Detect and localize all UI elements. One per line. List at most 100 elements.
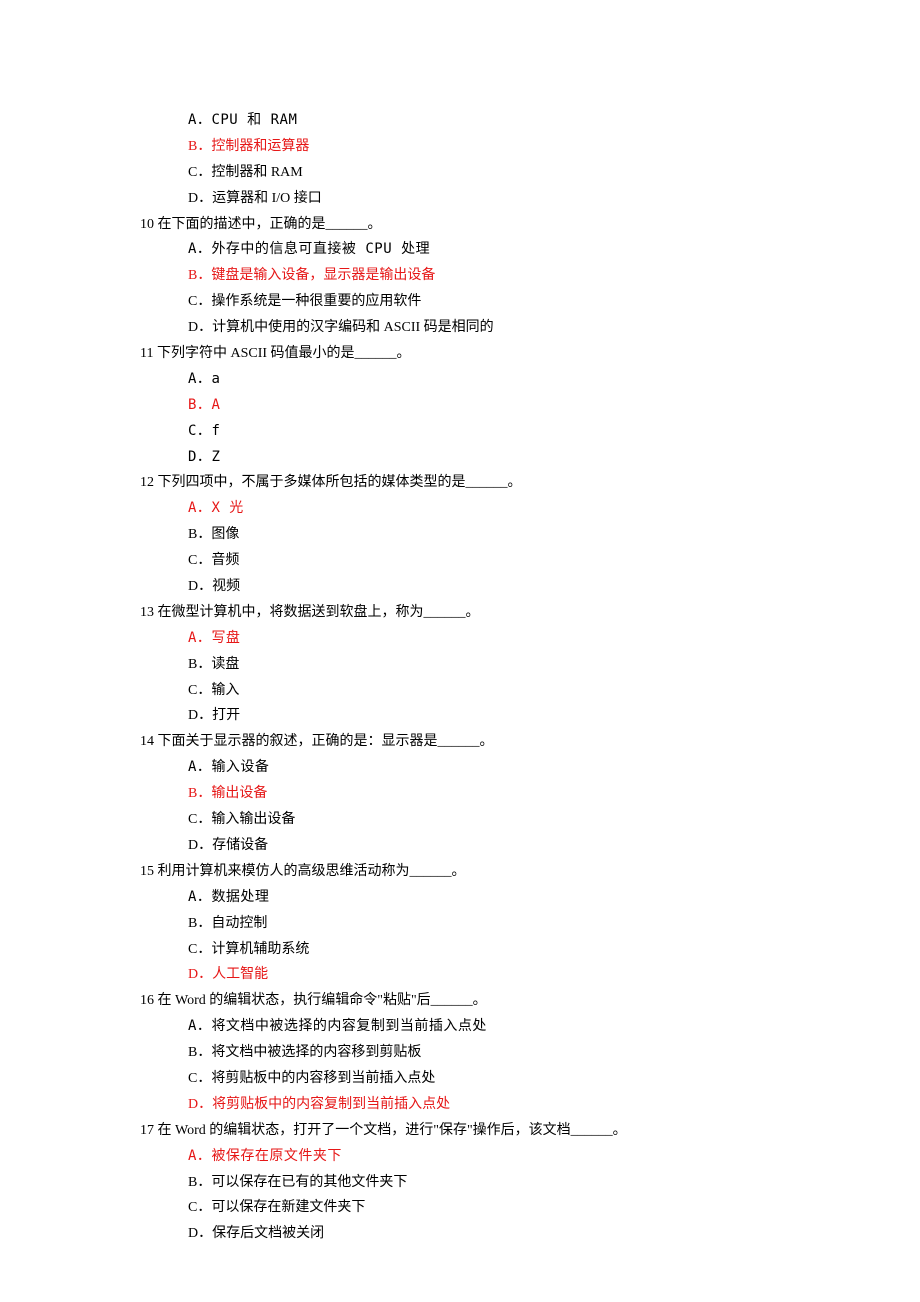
question-stem: 下列字符中 ASCII 码值最小的是______。 <box>153 346 410 361</box>
options-list: A．aB．AC．fD．Z <box>140 367 920 471</box>
option-label: D． <box>188 838 212 853</box>
question-number: 15 <box>140 864 154 879</box>
option-text: 输出设备 <box>211 786 267 801</box>
option-line: B．自动控制 <box>188 911 920 937</box>
option-label: D． <box>188 579 212 594</box>
question-number: 10 <box>140 217 154 232</box>
option-text: 将文档中被选择的内容复制到当前插入点处 <box>211 1018 487 1034</box>
option-label: B． <box>188 916 211 931</box>
option-label: C． <box>188 812 211 827</box>
option-label: D． <box>188 1097 212 1112</box>
option-text: 数据处理 <box>211 889 269 905</box>
option-line: C．音频 <box>188 548 920 574</box>
option-line: B．A <box>188 393 920 419</box>
option-line: B．可以保存在已有的其他文件夹下 <box>188 1170 920 1196</box>
option-line: B．键盘是输入设备，显示器是输出设备 <box>188 263 920 289</box>
option-line: A．外存中的信息可直接被 CPU 处理 <box>188 237 920 263</box>
option-text: 存储设备 <box>212 838 268 853</box>
option-label: A． <box>188 112 211 128</box>
option-label: B． <box>188 657 211 672</box>
option-label: D． <box>188 449 211 465</box>
option-label: C． <box>188 942 211 957</box>
option-line: A．CPU 和 RAM <box>188 108 920 134</box>
question-text: 11 下列字符中 ASCII 码值最小的是______。 <box>140 341 920 367</box>
question-number: 16 <box>140 993 154 1008</box>
question-list: A．CPU 和 RAMB．控制器和运算器C．控制器和 RAMD．运算器和 I/O… <box>0 108 920 1247</box>
option-line: D．运算器和 I/O 接口 <box>188 186 920 212</box>
question-text: 14 下面关于显示器的叙述，正确的是：显示器是______。 <box>140 729 920 755</box>
question-block: 12 下列四项中，不属于多媒体所包括的媒体类型的是______。A．X 光B．图… <box>0 470 920 599</box>
option-text: 将文档中被选择的内容移到剪贴板 <box>211 1045 421 1060</box>
question-number: 11 <box>140 346 153 361</box>
question-number: 14 <box>140 734 154 749</box>
option-line: B．图像 <box>188 522 920 548</box>
option-line: A．a <box>188 367 920 393</box>
option-text: 可以保存在已有的其他文件夹下 <box>211 1175 407 1190</box>
option-label: A． <box>188 371 211 387</box>
option-line: C．输入输出设备 <box>188 807 920 833</box>
option-line: B．将文档中被选择的内容移到剪贴板 <box>188 1040 920 1066</box>
option-line: D．计算机中使用的汉字编码和 ASCII 码是相同的 <box>188 315 920 341</box>
question-stem: 在下面的描述中，正确的是______。 <box>154 217 382 232</box>
option-text: 操作系统是一种很重要的应用软件 <box>211 294 421 309</box>
question-block: 15 利用计算机来模仿人的高级思维活动称为______。A．数据处理B．自动控制… <box>0 859 920 988</box>
option-text: 外存中的信息可直接被 CPU 处理 <box>211 241 430 257</box>
option-text: 运算器和 I/O 接口 <box>212 191 322 206</box>
question-block: 11 下列字符中 ASCII 码值最小的是______。A．aB．AC．fD．Z <box>0 341 920 470</box>
options-list: A．将文档中被选择的内容复制到当前插入点处B．将文档中被选择的内容移到剪贴板C．… <box>140 1014 920 1118</box>
option-line: B．输出设备 <box>188 781 920 807</box>
option-line: C．输入 <box>188 678 920 704</box>
options-list: A．被保存在原文件夹下B．可以保存在已有的其他文件夹下C．可以保存在新建文件夹下… <box>140 1144 920 1248</box>
option-label: C． <box>188 423 211 439</box>
option-label: C． <box>188 294 211 309</box>
options-list: A．输入设备B．输出设备C．输入输出设备D．存储设备 <box>140 755 920 859</box>
options-list: A．外存中的信息可直接被 CPU 处理B．键盘是输入设备，显示器是输出设备 C．操… <box>140 237 920 341</box>
option-label: C． <box>188 1071 211 1086</box>
option-label: B． <box>188 1175 211 1190</box>
option-text: 图像 <box>211 527 239 542</box>
option-line: C．将剪贴板中的内容移到当前插入点处 <box>188 1066 920 1092</box>
question-block: 10 在下面的描述中，正确的是______。 A．外存中的信息可直接被 CPU 处… <box>0 212 920 341</box>
option-label: B． <box>188 139 211 154</box>
option-label: B． <box>188 1045 211 1060</box>
option-text: a <box>211 371 220 387</box>
question-block: A．CPU 和 RAMB．控制器和运算器C．控制器和 RAMD．运算器和 I/O… <box>0 108 920 212</box>
option-label: D． <box>188 1226 212 1241</box>
question-text: 13 在微型计算机中，将数据送到软盘上，称为______。 <box>140 600 920 626</box>
option-label: D． <box>188 708 212 723</box>
question-stem: 利用计算机来模仿人的高级思维活动称为______。 <box>154 864 466 879</box>
question-number: 13 <box>140 605 154 620</box>
option-text: 输入设备 <box>211 759 269 775</box>
option-line: D．Z <box>188 445 920 471</box>
option-label: A． <box>188 500 211 516</box>
question-stem: 在 Word 的编辑状态，打开了一个文档，进行"保存"操作后，该文档______… <box>154 1123 627 1138</box>
option-label: B． <box>188 786 211 801</box>
question-block: 17 在 Word 的编辑状态，打开了一个文档，进行"保存"操作后，该文档___… <box>0 1118 920 1247</box>
option-text: 输入输出设备 <box>211 812 295 827</box>
option-text: 控制器和 RAM <box>211 165 302 180</box>
option-label: B． <box>188 527 211 542</box>
option-text: 将剪贴板中的内容复制到当前插入点处 <box>212 1097 450 1112</box>
option-line: D．存储设备 <box>188 833 920 859</box>
option-label: C． <box>188 165 211 180</box>
question-text: 15 利用计算机来模仿人的高级思维活动称为______。 <box>140 859 920 885</box>
option-line: C．控制器和 RAM <box>188 160 920 186</box>
option-label: A． <box>188 1018 211 1034</box>
option-text: 被保存在原文件夹下 <box>211 1148 342 1164</box>
question-text: 17 在 Word 的编辑状态，打开了一个文档，进行"保存"操作后，该文档___… <box>140 1118 920 1144</box>
question-stem: 在微型计算机中，将数据送到软盘上，称为______。 <box>154 605 480 620</box>
option-line: C．f <box>188 419 920 445</box>
options-list: A．写盘B．读盘C．输入D．打开 <box>140 626 920 730</box>
option-text: 自动控制 <box>211 916 267 931</box>
option-line: C．可以保存在新建文件夹下 <box>188 1195 920 1221</box>
option-line: D．人工智能 <box>188 962 920 988</box>
option-label: C． <box>188 553 211 568</box>
document-page: A．CPU 和 RAMB．控制器和运算器C．控制器和 RAMD．运算器和 I/O… <box>0 0 920 1302</box>
option-text: 人工智能 <box>212 967 268 982</box>
option-line: A．X 光 <box>188 496 920 522</box>
option-label: A． <box>188 759 211 775</box>
option-label: A． <box>188 889 211 905</box>
option-text: 将剪贴板中的内容移到当前插入点处 <box>211 1071 435 1086</box>
option-line: D．打开 <box>188 703 920 729</box>
question-block: 13 在微型计算机中，将数据送到软盘上，称为______。A．写盘B．读盘C．输… <box>0 600 920 729</box>
